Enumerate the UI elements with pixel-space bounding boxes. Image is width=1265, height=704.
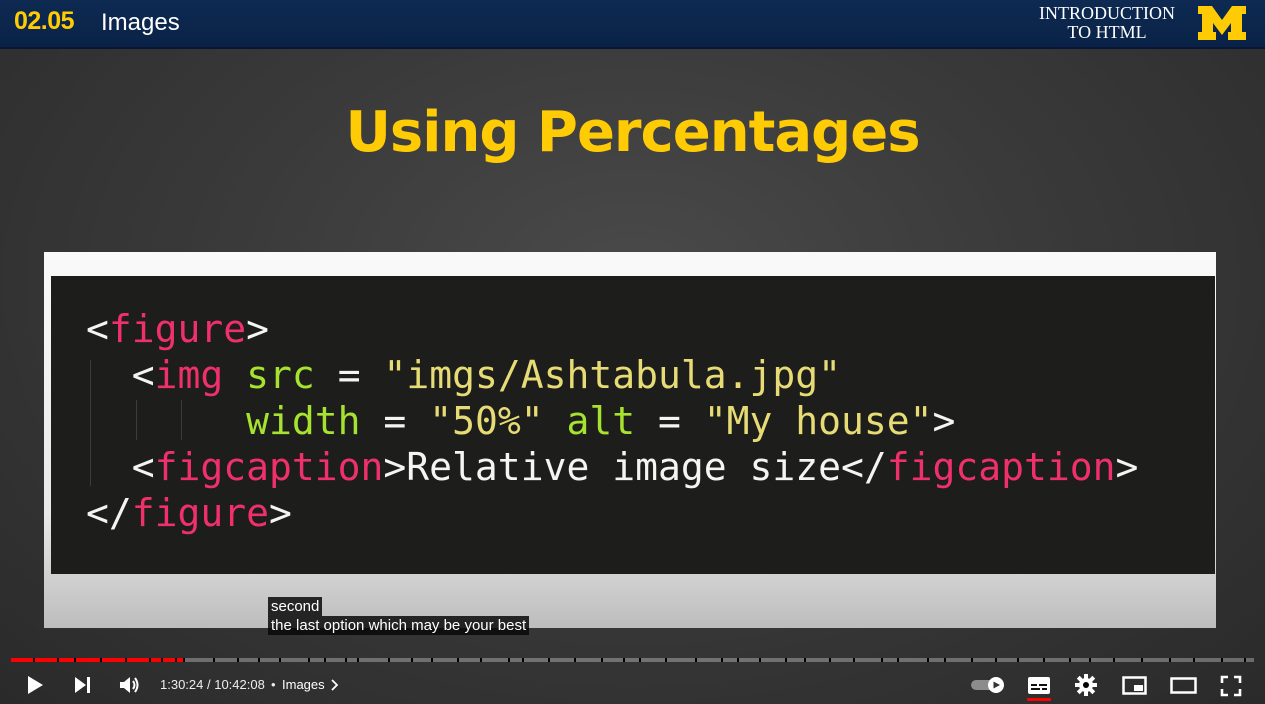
next-icon[interactable] (72, 675, 94, 695)
chevron-right-icon[interactable] (330, 679, 340, 691)
chapter-gap (522, 658, 524, 662)
lecture-header-bar: 02.05 Images INTRODUCTION TO HTML (0, 0, 1265, 49)
chapter-gap (125, 658, 127, 662)
chapter-gap (258, 658, 260, 662)
chapter-title-button[interactable]: Images (282, 677, 325, 692)
chapter-gap (665, 658, 667, 662)
chapter-gap (881, 658, 883, 662)
chapter-gap (548, 658, 550, 662)
chapter-gap (431, 658, 433, 662)
chapter-gap (1069, 658, 1071, 662)
subtitles-icon[interactable] (1027, 675, 1051, 703)
chapter-gap (237, 658, 239, 662)
chapter-gap (574, 658, 576, 662)
caption-line: the last option which may be your best (268, 616, 530, 635)
chapter-gap (897, 658, 899, 662)
university-logo (1198, 6, 1246, 40)
chapter-gap (100, 658, 102, 662)
chapter-gap (1169, 658, 1171, 662)
chapter-gap (183, 658, 185, 662)
chapter-gap (695, 658, 697, 662)
chapter-gap (623, 658, 625, 662)
code-line-2: <img src = "imgs/Ashtabula.jpg" (86, 353, 842, 397)
volume-icon[interactable] (118, 674, 142, 696)
chapter-gap (995, 658, 997, 662)
chapter-gap (411, 658, 413, 662)
chapter-gap (149, 658, 151, 662)
chapter-gap (33, 658, 35, 662)
chapter-gap (480, 658, 482, 662)
chapter-gap (457, 658, 459, 662)
chapter-gap (1043, 658, 1045, 662)
code-line-1: <figure> (86, 307, 270, 351)
caption-line: second (268, 597, 323, 616)
chapter-gap (853, 658, 855, 662)
chapter-gap (175, 658, 177, 662)
chapter-gap (213, 658, 215, 662)
chapter-gap (639, 658, 641, 662)
chapter-gap (944, 658, 946, 662)
chapter-gap (804, 658, 806, 662)
play-icon[interactable] (24, 674, 46, 696)
autoplay-toggle-icon[interactable] (970, 676, 1006, 694)
progress-track (11, 658, 1254, 662)
chapter-gap (1141, 658, 1143, 662)
chapter-gap (1193, 658, 1195, 662)
course-title-line2: TO HTML (1067, 22, 1147, 42)
player-controls: 1:30:24 / 10:42:08 • Images (0, 664, 1265, 704)
lesson-number: 02.05 (14, 7, 75, 35)
current-time: 1:30:24 (160, 677, 204, 692)
settings-icon[interactable] (1075, 674, 1097, 696)
chapter-gap (324, 658, 326, 662)
chapter-gap (388, 658, 390, 662)
chapter-gap (1017, 658, 1019, 662)
code-line-3: width = "50%" alt = "My house"> (246, 399, 956, 443)
chapter-gap (1089, 658, 1091, 662)
chapter-gap (57, 658, 59, 662)
chapter-gap (737, 658, 739, 662)
chapter-separator: • (271, 677, 276, 692)
course-title-line1: INTRODUCTION (1039, 3, 1175, 23)
theater-mode-icon[interactable] (1170, 677, 1198, 695)
chapter-gap (971, 658, 973, 662)
progress-played (11, 658, 185, 662)
lesson-title: Images (101, 9, 180, 36)
chapter-gap (829, 658, 831, 662)
chapter-gap (721, 658, 723, 662)
progress-bar[interactable] (11, 658, 1254, 662)
code-line-4: <figcaption>Relative image size</figcapt… (86, 445, 1139, 489)
code-line-5: </figure> (86, 491, 292, 535)
chapter-gap (357, 658, 359, 662)
chapter-gap (759, 658, 761, 662)
chapter-gap (785, 658, 787, 662)
video-frame[interactable]: 02.05 Images INTRODUCTION TO HTML Using … (0, 0, 1265, 704)
chapter-gap (1113, 658, 1115, 662)
chapter-gap (927, 658, 929, 662)
chapter-gap (308, 658, 310, 662)
chapter-gap (161, 658, 163, 662)
miniplayer-icon[interactable] (1122, 676, 1148, 696)
closed-captions: second the last option which may be your… (268, 597, 530, 635)
fullscreen-icon[interactable] (1220, 675, 1242, 697)
course-title: INTRODUCTION TO HTML (1024, 4, 1190, 42)
chapter-gap (74, 658, 76, 662)
chapter-gap (1221, 658, 1223, 662)
chapter-gap (1244, 658, 1246, 662)
code-snippet: <figure> <img src = "imgs/Ashtabula.jpg"… (86, 306, 1138, 536)
chapter-gap (279, 658, 281, 662)
time-display: 1:30:24 / 10:42:08 (160, 677, 265, 692)
chapter-gap (508, 658, 510, 662)
slide-heading: Using Percentages (345, 100, 920, 165)
chapter-gap (601, 658, 603, 662)
duration: 10:42:08 (214, 677, 265, 692)
chapter-gap (345, 658, 347, 662)
